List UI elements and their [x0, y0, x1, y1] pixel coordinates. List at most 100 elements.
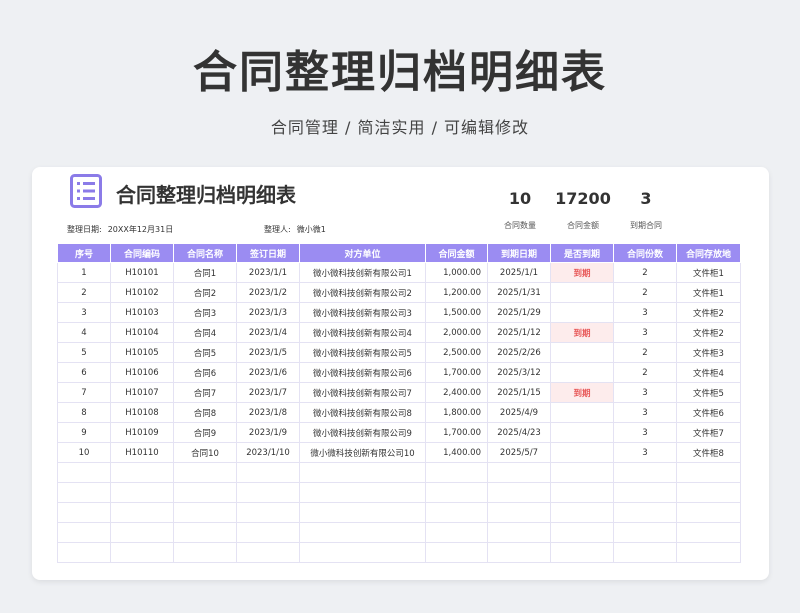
table-cell[interactable]: [487, 522, 551, 543]
table-cell[interactable]: [299, 482, 426, 503]
column-header[interactable]: 合同名称: [173, 243, 237, 263]
table-cell[interactable]: 微小微科技创新有限公司10: [299, 442, 426, 463]
table-cell[interactable]: [299, 462, 426, 483]
table-cell[interactable]: 3: [613, 442, 677, 463]
table-cell[interactable]: 合同3: [173, 302, 237, 323]
table-cell[interactable]: 8: [57, 402, 111, 423]
table-cell[interactable]: 文件柜8: [676, 442, 741, 463]
table-cell[interactable]: 合同10: [173, 442, 237, 463]
table-cell[interactable]: 合同4: [173, 322, 237, 343]
table-cell[interactable]: 合同6: [173, 362, 237, 383]
table-cell[interactable]: [613, 522, 677, 543]
table-cell[interactable]: H10105: [110, 342, 174, 363]
table-cell[interactable]: 3: [613, 322, 677, 343]
table-cell[interactable]: [550, 542, 614, 563]
table-cell[interactable]: 2,400.00: [425, 382, 488, 403]
table-cell[interactable]: [487, 502, 551, 523]
table-cell[interactable]: H10101: [110, 262, 174, 283]
table-cell[interactable]: [236, 542, 300, 563]
table-cell[interactable]: [550, 302, 614, 323]
table-cell[interactable]: 2025/3/12: [487, 362, 551, 383]
table-cell[interactable]: 2025/1/31: [487, 282, 551, 303]
table-cell[interactable]: [110, 482, 174, 503]
table-cell[interactable]: [299, 542, 426, 563]
table-cell[interactable]: 3: [613, 402, 677, 423]
table-cell[interactable]: [425, 542, 488, 563]
table-cell[interactable]: [550, 342, 614, 363]
table-cell[interactable]: [487, 542, 551, 563]
table-cell[interactable]: 4: [57, 322, 111, 343]
column-header[interactable]: 序号: [57, 243, 111, 263]
table-cell[interactable]: 合同2: [173, 282, 237, 303]
table-cell[interactable]: 1: [57, 262, 111, 283]
table-cell[interactable]: 文件柜2: [676, 302, 741, 323]
table-cell[interactable]: 1,400.00: [425, 442, 488, 463]
table-cell[interactable]: 微小微科技创新有限公司4: [299, 322, 426, 343]
table-cell[interactable]: [676, 542, 741, 563]
table-cell[interactable]: 到期: [550, 262, 614, 283]
table-row[interactable]: 9 H10109 合同9 2023/1/9 微小微科技创新有限公司9 1,700.00 20…: [57, 422, 741, 443]
table-cell[interactable]: [110, 542, 174, 563]
table-cell[interactable]: [299, 522, 426, 543]
table-cell[interactable]: 2: [613, 282, 677, 303]
table-cell[interactable]: 文件柜1: [676, 262, 741, 283]
table-cell[interactable]: [173, 502, 237, 523]
table-cell[interactable]: 2025/1/1: [487, 262, 551, 283]
table-cell[interactable]: 合同1: [173, 262, 237, 283]
table-cell[interactable]: 到期: [550, 382, 614, 403]
table-cell[interactable]: 2,000.00: [425, 322, 488, 343]
table-cell[interactable]: [550, 482, 614, 503]
table-cell[interactable]: [550, 362, 614, 383]
table-cell[interactable]: [550, 462, 614, 483]
table-cell[interactable]: 1,500.00: [425, 302, 488, 323]
table-cell[interactable]: H10108: [110, 402, 174, 423]
table-row[interactable]: 3 H10103 合同3 2023/1/3 微小微科技创新有限公司3 1,500.00 20…: [57, 302, 741, 323]
table-cell[interactable]: H10106: [110, 362, 174, 383]
table-cell[interactable]: [550, 442, 614, 463]
table-cell[interactable]: H10103: [110, 302, 174, 323]
table-row[interactable]: 10 H10110 合同10 2023/1/10 微小微科技创新有限公司10 1,400.…: [57, 442, 741, 463]
table-cell[interactable]: 2023/1/4: [236, 322, 300, 343]
table-cell[interactable]: H10104: [110, 322, 174, 343]
table-cell[interactable]: 9: [57, 422, 111, 443]
table-cell[interactable]: [173, 462, 237, 483]
table-row[interactable]: 2 H10102 合同2 2023/1/2 微小微科技创新有限公司2 1,200.00 20…: [57, 282, 741, 303]
table-cell[interactable]: [425, 522, 488, 543]
table-cell[interactable]: 2023/1/8: [236, 402, 300, 423]
table-cell[interactable]: [550, 522, 614, 543]
table-cell[interactable]: 1,800.00: [425, 402, 488, 423]
table-cell[interactable]: [57, 502, 111, 523]
column-header[interactable]: 签订日期: [236, 243, 300, 263]
table-cell[interactable]: 2023/1/3: [236, 302, 300, 323]
table-cell[interactable]: 微小微科技创新有限公司7: [299, 382, 426, 403]
table-cell[interactable]: 10: [57, 442, 111, 463]
table-cell[interactable]: 微小微科技创新有限公司8: [299, 402, 426, 423]
table-cell[interactable]: [236, 462, 300, 483]
table-cell[interactable]: H10102: [110, 282, 174, 303]
table-cell[interactable]: 2025/1/15: [487, 382, 551, 403]
table-cell[interactable]: 合同9: [173, 422, 237, 443]
table-cell[interactable]: 1,200.00: [425, 282, 488, 303]
table-cell[interactable]: 7: [57, 382, 111, 403]
table-cell[interactable]: 2023/1/6: [236, 362, 300, 383]
table-cell[interactable]: [676, 522, 741, 543]
table-cell[interactable]: 文件柜6: [676, 402, 741, 423]
table-cell[interactable]: 2023/1/2: [236, 282, 300, 303]
table-cell[interactable]: 合同8: [173, 402, 237, 423]
table-cell[interactable]: 2023/1/9: [236, 422, 300, 443]
table-cell[interactable]: 2023/1/7: [236, 382, 300, 403]
table-cell[interactable]: 2: [613, 262, 677, 283]
table-cell[interactable]: [676, 462, 741, 483]
table-cell[interactable]: [110, 462, 174, 483]
table-cell[interactable]: 文件柜1: [676, 282, 741, 303]
table-cell[interactable]: [299, 502, 426, 523]
column-header[interactable]: 到期日期: [487, 243, 551, 263]
table-cell[interactable]: [425, 502, 488, 523]
table-cell[interactable]: 2023/1/10: [236, 442, 300, 463]
table-cell[interactable]: 3: [613, 382, 677, 403]
table-cell[interactable]: 2,500.00: [425, 342, 488, 363]
table-cell[interactable]: 微小微科技创新有限公司9: [299, 422, 426, 443]
table-cell[interactable]: [173, 522, 237, 543]
table-cell[interactable]: 2025/1/29: [487, 302, 551, 323]
table-cell[interactable]: 文件柜4: [676, 362, 741, 383]
